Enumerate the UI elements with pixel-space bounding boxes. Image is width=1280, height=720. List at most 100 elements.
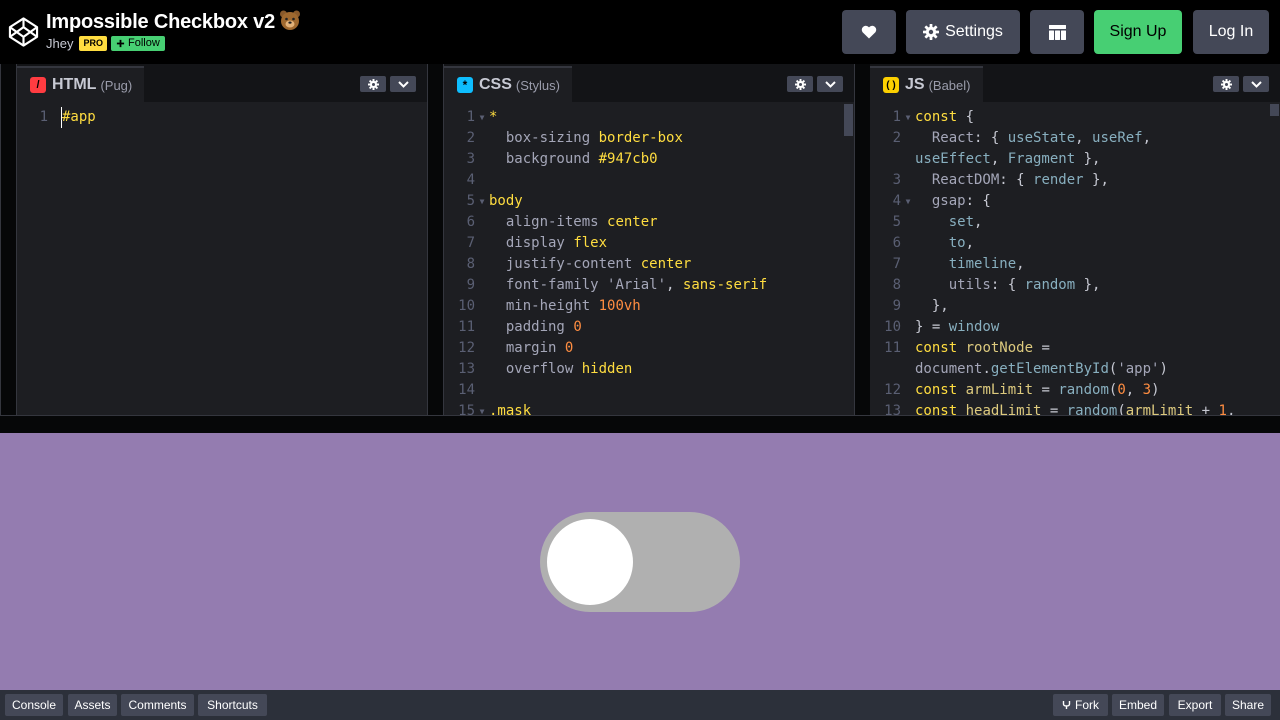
pen-title-text: Impossible Checkbox v2	[46, 11, 276, 33]
resize-gutter[interactable]	[0, 415, 1280, 433]
editor-resizer-left[interactable]	[0, 64, 17, 415]
share-button[interactable]: Share	[1225, 694, 1271, 716]
line-number: 8	[466, 256, 475, 272]
line-number: 11	[884, 340, 901, 356]
js-editor: ( ) JS (Babel) 1 ▼ const {2 React: { useSt…	[870, 64, 1280, 415]
line-number: 5	[892, 214, 901, 230]
css-editor-tab[interactable]: * CSS (Stylus)	[444, 66, 572, 102]
code-text: set,	[948, 214, 983, 230]
settings-button[interactable]: Settings	[906, 10, 1020, 54]
signup-button[interactable]: Sign Up	[1094, 10, 1182, 54]
preview-pane	[0, 433, 1280, 690]
js-scrollbar[interactable]	[1270, 104, 1279, 116]
pro-badge[interactable]: PRO	[79, 35, 107, 51]
line-number: 9	[466, 277, 475, 293]
line-number: 10	[884, 319, 901, 335]
code-text: React: { useState, useRef,	[931, 130, 1152, 146]
js-settings-button[interactable]	[1213, 76, 1239, 92]
line-number: 3	[892, 172, 901, 188]
chevron-down-icon	[397, 80, 409, 88]
code-text: const armLimit = random(0, 3)	[915, 382, 1160, 398]
fold-arrow-icon[interactable]: ▼	[475, 107, 489, 128]
html-code[interactable]: 1 #app	[17, 102, 427, 415]
html-editor-tab[interactable]: / HTML (Pug)	[17, 66, 145, 102]
code-text: font-family 'Arial', sans-serif	[505, 277, 768, 293]
css-settings-button[interactable]	[787, 76, 813, 92]
comments-button[interactable]: Comments	[121, 694, 194, 716]
css-editor-lang: (Stylus)	[515, 77, 560, 93]
fold-arrow-icon[interactable]: ▼	[475, 401, 489, 415]
assets-button[interactable]: Assets	[68, 694, 117, 716]
code-line: 2 box-sizing border-box	[444, 128, 854, 149]
love-button[interactable]	[842, 10, 896, 54]
gear-icon	[367, 78, 379, 90]
code-text: const headLimit = random(armLimit + 1,	[915, 403, 1236, 415]
line-number: 14	[458, 382, 475, 398]
html-editor-lang: (Pug)	[100, 77, 133, 93]
codepen-logo-icon[interactable]	[8, 16, 39, 48]
js-editor-lang: (Babel)	[928, 77, 971, 93]
pen-title: Impossible Checkbox v2	[46, 9, 301, 34]
fold-arrow-icon[interactable]: ▼	[475, 191, 489, 212]
author-link[interactable]: Jhey	[46, 36, 73, 51]
code-text: box-sizing border-box	[505, 130, 683, 146]
shortcuts-button[interactable]: Shortcuts	[198, 694, 267, 716]
embed-button[interactable]: Embed	[1112, 694, 1164, 716]
line-number: 13	[458, 361, 475, 377]
code-line: 8 utils: { random },	[870, 275, 1280, 296]
html-settings-button[interactable]	[360, 76, 386, 92]
line-number: 4	[466, 172, 475, 188]
fold-arrow-icon[interactable]: ▼	[901, 107, 915, 128]
html-collapse-button[interactable]	[390, 76, 416, 92]
editor-resizer[interactable]	[854, 64, 871, 415]
fork-button[interactable]: Fork	[1053, 694, 1108, 716]
code-text: } = window	[915, 319, 1000, 335]
line-number: 1	[39, 109, 48, 125]
gear-icon	[1220, 78, 1232, 90]
line-number: 13	[884, 403, 901, 415]
line-number	[870, 359, 901, 380]
js-collapse-button[interactable]	[1243, 76, 1269, 92]
css-code[interactable]: 1 ▼ * 2 box-sizing border-box 3 background #…	[444, 102, 854, 415]
change-view-button[interactable]	[1030, 10, 1084, 54]
code-line: document.getElementById('app')	[870, 359, 1280, 380]
html-editor-name: HTML	[52, 76, 97, 93]
impossible-checkbox-toggle[interactable]	[540, 512, 740, 612]
toggle-knob[interactable]	[547, 519, 633, 605]
css-collapse-button[interactable]	[817, 76, 843, 92]
export-button[interactable]: Export	[1169, 694, 1221, 716]
line-number: 2	[466, 130, 475, 146]
login-button[interactable]: Log In	[1193, 10, 1269, 54]
editor-resizer[interactable]	[427, 64, 444, 415]
follow-button[interactable]: Follow	[110, 35, 165, 51]
code-text: gsap: {	[931, 193, 991, 209]
console-button[interactable]: Console	[5, 694, 63, 716]
js-code[interactable]: 1 ▼ const {2 React: { useState, useRef, use…	[870, 102, 1280, 415]
code-text: const {	[915, 109, 975, 125]
line-number: 11	[458, 319, 475, 335]
code-text: timeline,	[948, 256, 1025, 272]
line-number: 9	[892, 298, 901, 314]
code-text: document.getElementById('app')	[915, 361, 1168, 377]
code-text: #app	[61, 107, 96, 128]
code-line: 4 ▼ gsap: {	[870, 191, 1280, 212]
code-line: 10 } = window	[870, 317, 1280, 338]
js-editor-tab[interactable]: ( ) JS (Babel)	[870, 66, 983, 102]
code-line: 9 },	[870, 296, 1280, 317]
line-number: 8	[892, 277, 901, 293]
gear-icon	[794, 78, 806, 90]
css-scrollbar[interactable]	[844, 104, 853, 136]
line-number: 7	[466, 235, 475, 251]
fold-arrow-icon[interactable]: ▼	[901, 191, 915, 212]
code-line: 12 margin 0	[444, 338, 854, 359]
